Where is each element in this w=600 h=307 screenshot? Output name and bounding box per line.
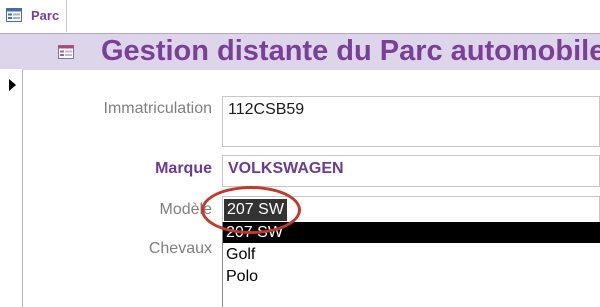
form-icon <box>58 45 74 59</box>
page-title: Gestion distante du Parc automobile <box>101 35 600 67</box>
tab-parc[interactable]: Parc <box>0 0 67 32</box>
marque-field[interactable]: VOLKSWAGEN <box>222 155 600 187</box>
form-icon <box>6 8 22 22</box>
modele-selected-value[interactable]: 207 SW <box>224 199 287 221</box>
tab-strip: Parc <box>0 0 600 33</box>
dropdown-option[interactable]: Golf <box>223 244 600 265</box>
immatriculation-value: 112CSB59 <box>228 101 305 118</box>
modele-label: Modèle <box>159 201 212 218</box>
immatriculation-field[interactable]: 112CSB59 <box>222 96 600 147</box>
modele-dropdown-list[interactable]: 207 SW Golf Polo <box>222 222 600 307</box>
current-record-arrow-icon <box>9 79 16 91</box>
tab-label: Parc <box>31 8 60 23</box>
immatriculation-label: Immatriculation <box>103 100 212 117</box>
dropdown-option[interactable]: 207 SW <box>223 222 600 243</box>
dropdown-option[interactable]: Polo <box>223 266 600 287</box>
marque-label: Marque <box>155 160 212 177</box>
form-header: Gestion distante du Parc automobile <box>0 33 600 70</box>
chevaux-label: Chevaux <box>148 240 212 257</box>
record-selector[interactable] <box>0 69 23 307</box>
marque-value: VOLKSWAGEN <box>228 160 344 177</box>
